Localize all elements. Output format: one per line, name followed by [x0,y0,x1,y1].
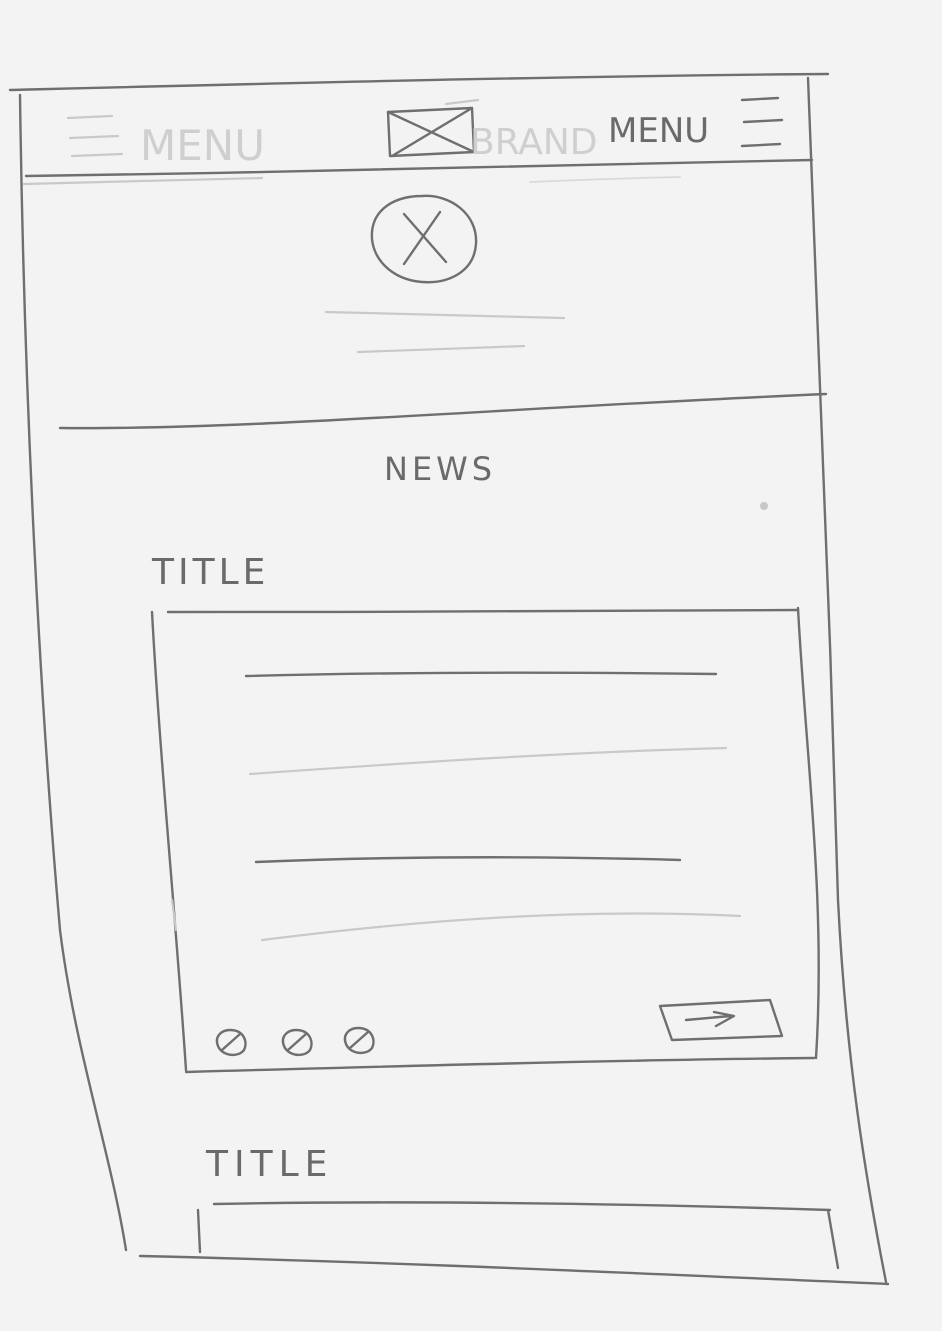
wireframe-sketch: MENU BRAND MENU NEWS TITLE TITLE [8,72,890,1286]
hero-image-placeholder-icon [370,194,478,284]
article-card-1: TITLE [150,552,820,1074]
brand-label: BRAND [470,122,598,163]
menu-left-button[interactable]: MENU [66,114,265,170]
brand-logo[interactable]: BRAND [386,98,598,163]
hamburger-left-icon [66,114,124,158]
article-1-text-lines [244,671,742,942]
hero-section [58,194,828,430]
news-heading: NEWS [384,450,496,488]
hero-text-line-1 [324,310,566,320]
pencil-smudge [760,502,768,510]
article-1-title: TITLE [151,552,269,593]
share-icon[interactable] [281,1028,313,1057]
share-icon[interactable] [343,1026,375,1055]
article-2-title: TITLE [205,1144,333,1185]
hero-divider [58,392,828,430]
article-1-social-icons [215,1026,375,1057]
article-card-2: TITLE [196,1144,840,1270]
menu-right-label: MENU [608,111,709,151]
brand-image-placeholder-icon [386,98,480,158]
hero-text-line-2 [356,344,526,354]
arrow-right-icon [684,1010,736,1028]
menu-right-button[interactable]: MENU [608,96,784,151]
share-icon[interactable] [215,1028,247,1057]
article-1-read-more-button[interactable] [658,998,784,1042]
hamburger-right-icon [740,96,784,148]
header-bar: MENU BRAND MENU [22,96,814,186]
phone-frame [8,72,890,1286]
menu-left-label: MENU [140,121,265,170]
